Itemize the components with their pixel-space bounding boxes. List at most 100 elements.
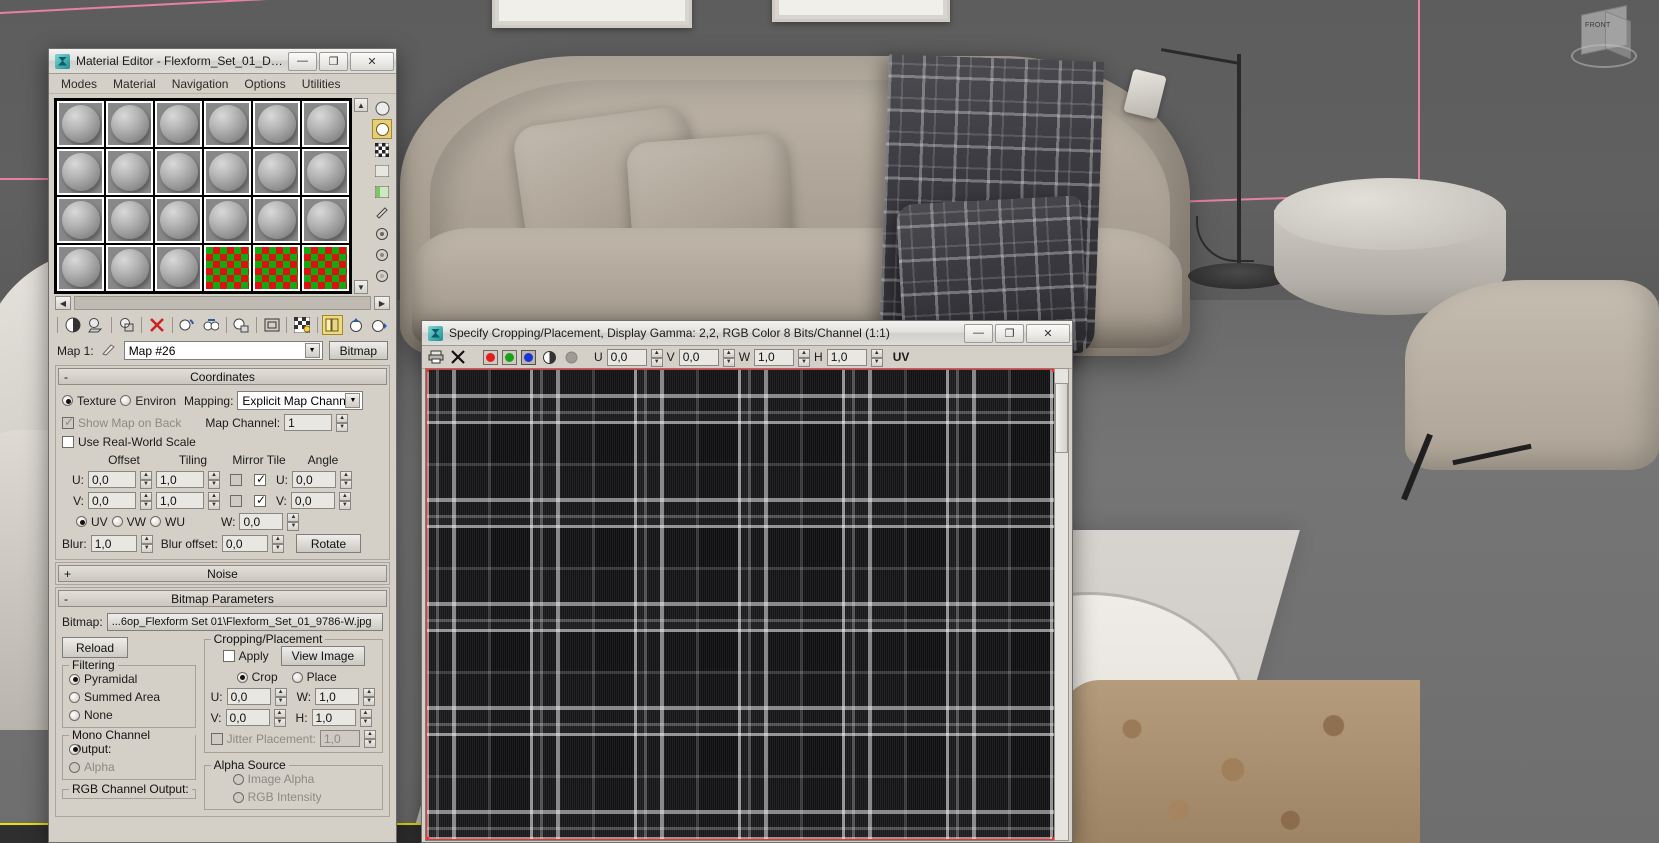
- sample-slot-8[interactable]: [106, 149, 153, 195]
- sample-slot-5[interactable]: [253, 101, 300, 147]
- menu-modes[interactable]: Modes: [53, 75, 105, 93]
- crop-dialog-window-buttons[interactable]: — ❐ ✕: [964, 323, 1070, 343]
- crop-u-spinner[interactable]: ▲ ▼: [274, 688, 287, 706]
- offset-v-spinner[interactable]: ▲ ▼: [140, 492, 152, 510]
- go-forward-to-sibling-icon[interactable]: [369, 315, 390, 335]
- backlight-toggle-icon[interactable]: [372, 119, 392, 139]
- axis-wu-radio[interactable]: [150, 516, 162, 527]
- crop-v-h-row[interactable]: V: 0,0 ▲ ▼ H: 1,0 ▲ ▼: [211, 709, 376, 727]
- sample-slot-20[interactable]: [106, 245, 153, 291]
- offset-u-spinner[interactable]: ▲ ▼: [140, 471, 152, 489]
- sample-slot-7[interactable]: [57, 149, 104, 195]
- bitmap-parameters-rollout-toggle[interactable]: -: [64, 592, 68, 606]
- sample-sphere-icon[interactable]: [372, 98, 392, 118]
- crop-h-field[interactable]: 1,0: [311, 709, 356, 726]
- crop-toolbar-w-spinner[interactable]: ▲ ▼: [798, 348, 811, 367]
- put-to-library-icon[interactable]: [230, 315, 251, 335]
- green-channel-toggle[interactable]: [502, 349, 517, 365]
- map-selector-row[interactable]: Map 1: Map #26 ▼ Bitmap: [49, 338, 396, 363]
- blur-field[interactable]: 1,0: [90, 535, 137, 552]
- material-by-object-icon[interactable]: [372, 245, 392, 265]
- blur-row[interactable]: Blur: 1,0 ▲ ▼ Blur offset: 0,0 ▲ ▼ Rotate: [62, 534, 383, 553]
- crop-toolbar-h-field[interactable]: 1,0: [826, 348, 867, 366]
- sample-slot-16[interactable]: [204, 197, 251, 243]
- alpha-channel-toggle[interactable]: [562, 348, 580, 366]
- bitmap-preview-canvas[interactable]: [425, 368, 1056, 841]
- sample-slot-13[interactable]: [57, 197, 104, 243]
- sample-slot-11[interactable]: [253, 149, 300, 195]
- filtering-summed-area-row[interactable]: Summed Area: [69, 690, 189, 704]
- environ-radio[interactable]: [120, 395, 132, 406]
- blur-spinner[interactable]: ▲ ▼: [140, 535, 153, 553]
- crop-place-row[interactable]: Crop Place: [211, 670, 376, 684]
- angle-w-spinner[interactable]: ▲ ▼: [287, 513, 300, 531]
- crop-radio[interactable]: [236, 671, 248, 683]
- show-in-viewport-icon[interactable]: [291, 315, 312, 335]
- crop-toolbar-u-field[interactable]: 0,0: [606, 348, 647, 366]
- bitmap-preview-vertical-scrollbar[interactable]: [1054, 368, 1069, 841]
- sample-slot-scrollbar[interactable]: ▲ ▼: [354, 98, 368, 294]
- slot-nav-right-button[interactable]: ▶: [374, 296, 390, 310]
- crop-u-w-row[interactable]: U: 0,0 ▲ ▼ W: 1,0 ▲ ▼: [211, 688, 376, 706]
- menu-utilities[interactable]: Utilities: [294, 75, 349, 93]
- apply-row[interactable]: Apply View Image: [211, 646, 376, 666]
- close-button[interactable]: ✕: [1026, 323, 1070, 343]
- filtering-none-radio[interactable]: [69, 709, 80, 721]
- sample-slot-hscroll[interactable]: ◀ ▶: [49, 294, 396, 312]
- maximize-button[interactable]: ❐: [319, 51, 348, 71]
- sample-slot-vertical-toolbar[interactable]: [371, 98, 393, 294]
- coordinates-rollout-header[interactable]: - Coordinates: [58, 368, 387, 385]
- noise-rollout-toggle[interactable]: +: [64, 567, 71, 581]
- maximize-button[interactable]: ❐: [995, 323, 1024, 343]
- viewcube[interactable]: FRONT: [1569, 4, 1643, 70]
- crop-handle-tl[interactable]: [426, 369, 429, 372]
- slot-nav-left-button[interactable]: ◀: [55, 296, 71, 310]
- sample-slot-21[interactable]: [155, 245, 202, 291]
- sample-slot-10[interactable]: [204, 149, 251, 195]
- offset-v-field[interactable]: 0,0: [88, 492, 136, 509]
- background-icon[interactable]: [116, 315, 137, 335]
- show-map-on-back-row[interactable]: Show Map on Back Map Channel: 1 ▲▼: [62, 414, 383, 432]
- material-id-channel-icon[interactable]: [261, 315, 282, 335]
- mono-rgb-intensity-radio[interactable]: [69, 743, 80, 755]
- bitmap-parameters-rollout-header[interactable]: - Bitmap Parameters: [58, 590, 387, 607]
- menu-navigation[interactable]: Navigation: [164, 75, 237, 93]
- sample-slot-6[interactable]: [302, 101, 349, 147]
- minimize-button[interactable]: —: [964, 323, 993, 343]
- bitmap-path-button[interactable]: ...6op_Flexform Set 01\Flexform_Set_01_9…: [106, 613, 383, 631]
- map-channel-field[interactable]: 1: [284, 414, 333, 431]
- texture-environ-row[interactable]: Texture Environ Mapping: Explicit Map Ch…: [62, 391, 383, 410]
- crop-dialog-toolbar[interactable]: U 0,0 ▲ ▼ V 0,0 ▲ ▼ W 1,0 ▲ ▼ H 1,0 ▲ ▼ UV: [422, 346, 1072, 369]
- slot-scroll-down-button[interactable]: ▼: [354, 280, 368, 294]
- material-editor-window-buttons[interactable]: — ❐ ✕: [288, 51, 394, 71]
- map-channel-spinner[interactable]: ▲ ▼: [336, 414, 349, 432]
- minimize-button[interactable]: —: [288, 51, 317, 71]
- sample-slot-18[interactable]: [302, 197, 349, 243]
- menu-material[interactable]: Material: [105, 75, 164, 93]
- red-channel-toggle[interactable]: [483, 349, 498, 365]
- sample-slot-14[interactable]: [106, 197, 153, 243]
- chevron-down-icon[interactable]: ▼: [304, 343, 320, 358]
- angle-u-spinner[interactable]: ▲ ▼: [340, 471, 352, 489]
- mapping-combo[interactable]: Explicit Map Channel ▼: [237, 391, 364, 410]
- slot-nav-track[interactable]: [74, 296, 371, 310]
- map-name-combo[interactable]: Map #26 ▼: [123, 341, 323, 360]
- map-type-button[interactable]: Bitmap: [328, 341, 388, 360]
- sample-slot-1[interactable]: [57, 101, 104, 147]
- use-real-world-scale-checkbox[interactable]: [62, 436, 74, 448]
- crop-toolbar-h-spinner[interactable]: ▲ ▼: [870, 348, 883, 367]
- clear-x-icon[interactable]: [449, 348, 467, 366]
- angle-v-spinner[interactable]: ▲ ▼: [338, 492, 351, 510]
- sample-slot-23[interactable]: [253, 245, 300, 291]
- u-row[interactable]: U: 0,0 ▲▼ 1,0 ▲▼ U: 0,0 ▲▼: [62, 471, 383, 489]
- close-button[interactable]: ✕: [350, 51, 394, 71]
- delete-icon[interactable]: [146, 315, 167, 335]
- make-preview-icon[interactable]: [177, 315, 198, 335]
- crop-toolbar-v-field[interactable]: 0,0: [678, 348, 719, 366]
- bitmap-preview-scroll-thumb[interactable]: [1055, 383, 1068, 453]
- place-radio[interactable]: [291, 671, 303, 683]
- bitmap-path-row[interactable]: Bitmap: ...6op_Flexform Set 01\Flexform_…: [62, 613, 383, 631]
- material-by-material-icon[interactable]: [372, 266, 392, 286]
- sample-slot-4[interactable]: [204, 101, 251, 147]
- blue-channel-toggle[interactable]: [521, 349, 536, 365]
